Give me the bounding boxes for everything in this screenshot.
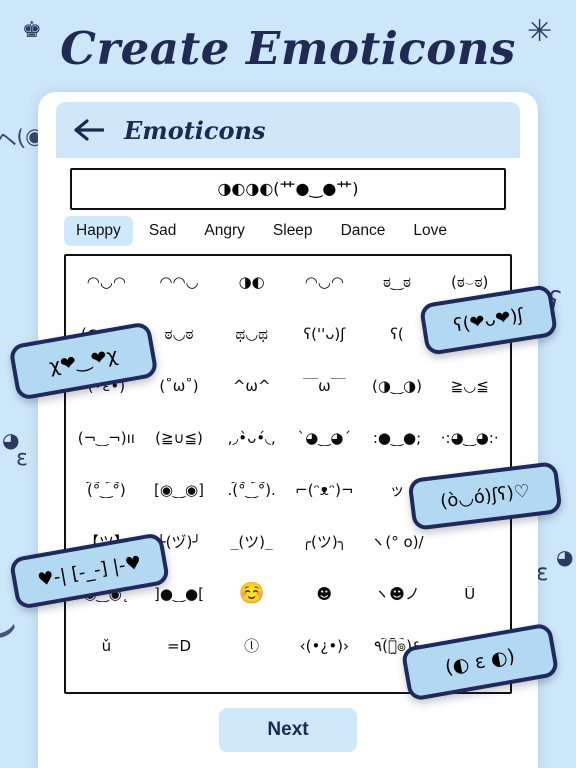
emoticon-cell[interactable]: [◉‿◉] [143, 482, 216, 499]
next-button[interactable]: Next [219, 708, 357, 752]
emoticon-cell[interactable]: ‹(•¿•)› [288, 638, 361, 655]
emoticon-cell[interactable]: (ಠ⌣ಠ) [433, 274, 506, 291]
emoticon-cell[interactable]: ^ω^ [215, 378, 288, 395]
emoticon-cell[interactable]: :●‿●; [361, 430, 434, 447]
app-title: Emoticons [124, 115, 266, 145]
back-arrow-icon[interactable] [74, 118, 105, 142]
tab-happy[interactable]: Happy [64, 216, 133, 246]
emoticon-cell[interactable]: ǔ [70, 638, 143, 655]
tab-sad[interactable]: Sad [137, 216, 189, 246]
emoticon-cell[interactable]: ಥ◡ಥ [215, 326, 288, 343]
emoticon-cell[interactable]: ◑◐ [215, 274, 288, 291]
tab-angry[interactable]: Angry [192, 216, 257, 246]
emoticon-cell[interactable]: ⓛ [215, 638, 288, 655]
emoticon-row: (¬‿¬)ıı (≧∪≦) ‚◞•̀ᴗ•́◟‚ `◕‿◕´ :●‿●; ·:◕‿… [66, 412, 510, 464]
emoticon-cell[interactable]: ￣ω￣ [288, 378, 361, 395]
dot-icon-left: ◕ [2, 428, 20, 452]
emoticon-cell[interactable]: =D [143, 638, 216, 655]
tab-dance[interactable]: Dance [329, 216, 398, 246]
emoticon-cell[interactable]: ◠◡◠ [288, 274, 361, 291]
tab-love[interactable]: Love [401, 216, 459, 246]
next-button-container: Next [56, 694, 520, 752]
emoticon-input[interactable]: ◑◐◑◐(艹●‿●艹) [70, 168, 506, 210]
emoticon-cell[interactable]: (◑‿◑) [361, 378, 434, 395]
category-tabs: Happy Sad Angry Sleep Dance Love [56, 210, 520, 250]
emoticon-cell[interactable]: .(͡°‿͡°). [215, 482, 288, 499]
emoticon-cell[interactable]: `◕‿◕´ [288, 430, 361, 447]
emoticon-cell[interactable]: (˚ω˚) [143, 378, 216, 395]
input-container: ◑◐◑◐(艹●‿●艹) [56, 158, 520, 210]
emoticon-cell[interactable]: ◠◠◡ [143, 274, 216, 291]
dot-icon-right: ◕ [556, 545, 574, 569]
emoticon-cell[interactable]: ◠◡◠ [70, 274, 143, 291]
emoticon-cell-emoji[interactable]: ☺️ [215, 582, 288, 605]
emoticon-cell[interactable]: ಠ‿ಠ [361, 274, 434, 291]
emoticon-cell[interactable]: ≧◡≦ [433, 378, 506, 395]
emoticon-cell[interactable]: ‚◞•̀ᴗ•́◟‚ [215, 430, 288, 447]
emoticon-cell[interactable]: ʕ(''ᴗ)ʃ [288, 326, 361, 343]
emoticon-cell[interactable]: ☻ [288, 586, 361, 603]
emoticon-cell[interactable]: _(ツ)_ [215, 534, 288, 551]
emoticon-cell[interactable]: ·:◕‿◕:· [433, 430, 506, 447]
app-bar: Emoticons [56, 102, 520, 158]
emoticon-cell[interactable]: ヽ☻ノ [361, 586, 434, 603]
emoticon-cell[interactable]: ╭(ツ)╮ [288, 534, 361, 551]
emoticon-cell[interactable]: ⌐(ᵔᴥᵔ)¬ [288, 482, 361, 499]
emoticon-cell[interactable]: ヽ(° o)/ [361, 534, 434, 551]
emoticon-cell[interactable]: (≧∪≦) [143, 430, 216, 447]
emoticon-cell[interactable]: ಠ◡ಠ [143, 326, 216, 343]
emoticon-cell[interactable]: Ü [433, 586, 506, 603]
epsilon-deco-left: ε [16, 446, 28, 471]
emoticon-cell[interactable]: ]●‿●[ [143, 586, 216, 603]
emoticon-cell[interactable]: (͡°‿͡°) [70, 482, 143, 499]
emoticon-cell[interactable]: (¬‿¬)ıı [70, 430, 143, 447]
tab-sleep[interactable]: Sleep [261, 216, 325, 246]
page-title: Create Emoticons [60, 22, 516, 75]
